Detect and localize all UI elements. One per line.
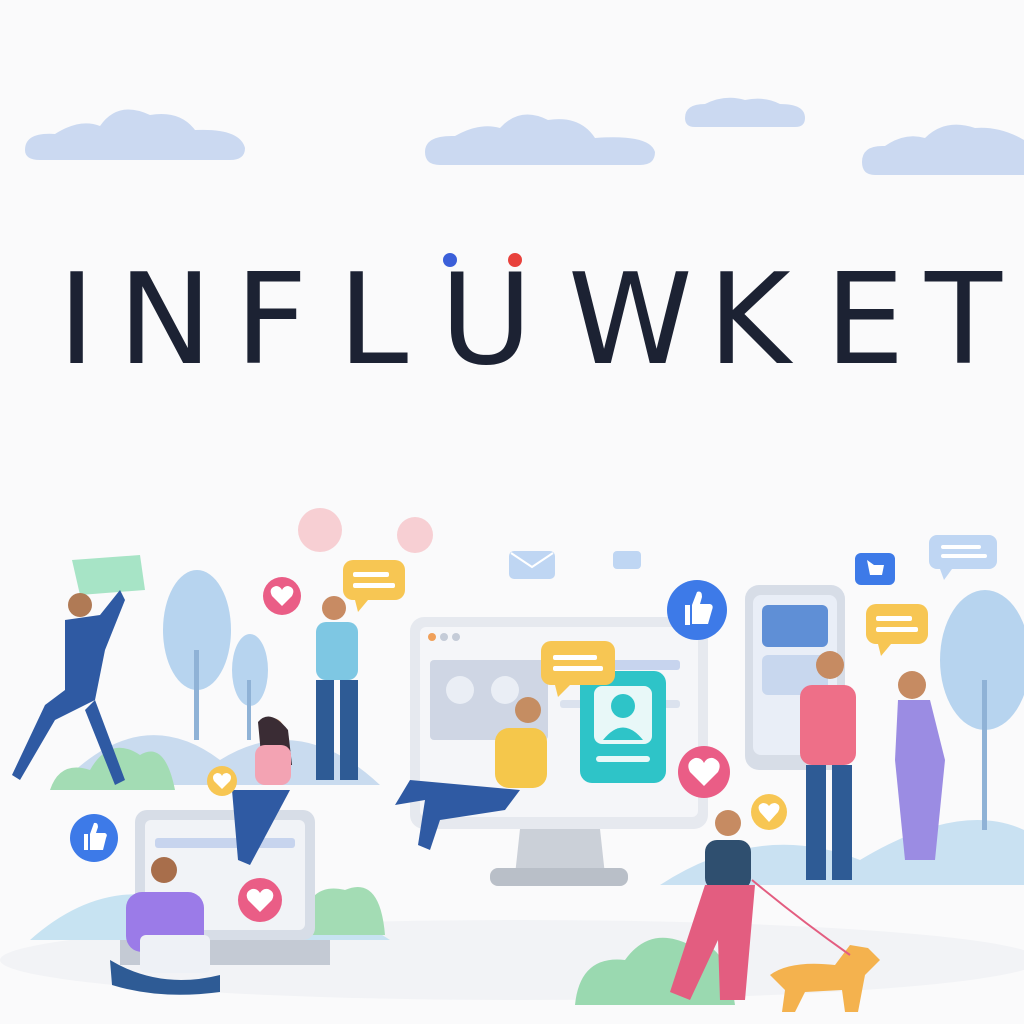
brand-wordmark: I N F L U W K E T: [0, 250, 1024, 390]
umlaut-dot-red: [508, 253, 522, 267]
umlaut-dot-blue: [443, 253, 457, 267]
brand-letter: K: [708, 246, 791, 393]
chat-bubble-icon: [866, 604, 928, 656]
like-icon: [667, 580, 727, 640]
floating-icons: [70, 535, 997, 922]
mail-icon: [509, 551, 555, 579]
chat-bubble-icon: [929, 535, 997, 580]
heart-icon: [263, 577, 301, 615]
brand-letter: N: [118, 246, 213, 393]
brand-letter: I: [58, 246, 96, 393]
brand-letter: L: [338, 246, 409, 393]
brand-letter: W: [568, 246, 693, 393]
chat-bubble-icon: [343, 560, 405, 612]
heart-icon: [678, 746, 730, 798]
brand-letter: E: [825, 246, 905, 393]
like-icon: [855, 553, 895, 585]
heart-icon: [238, 878, 282, 922]
illustration-scene: I N F L U W K E T: [0, 0, 1024, 1024]
brand-letter: T: [925, 246, 1002, 393]
like-icon: [70, 814, 118, 862]
chat-bubble-icon: [541, 641, 615, 697]
chat-bubble-icon: [613, 551, 641, 569]
brand-letter: U: [440, 246, 533, 393]
heart-icon: [207, 766, 237, 796]
heart-icon: [751, 794, 787, 830]
brand-letter: F: [235, 246, 308, 393]
